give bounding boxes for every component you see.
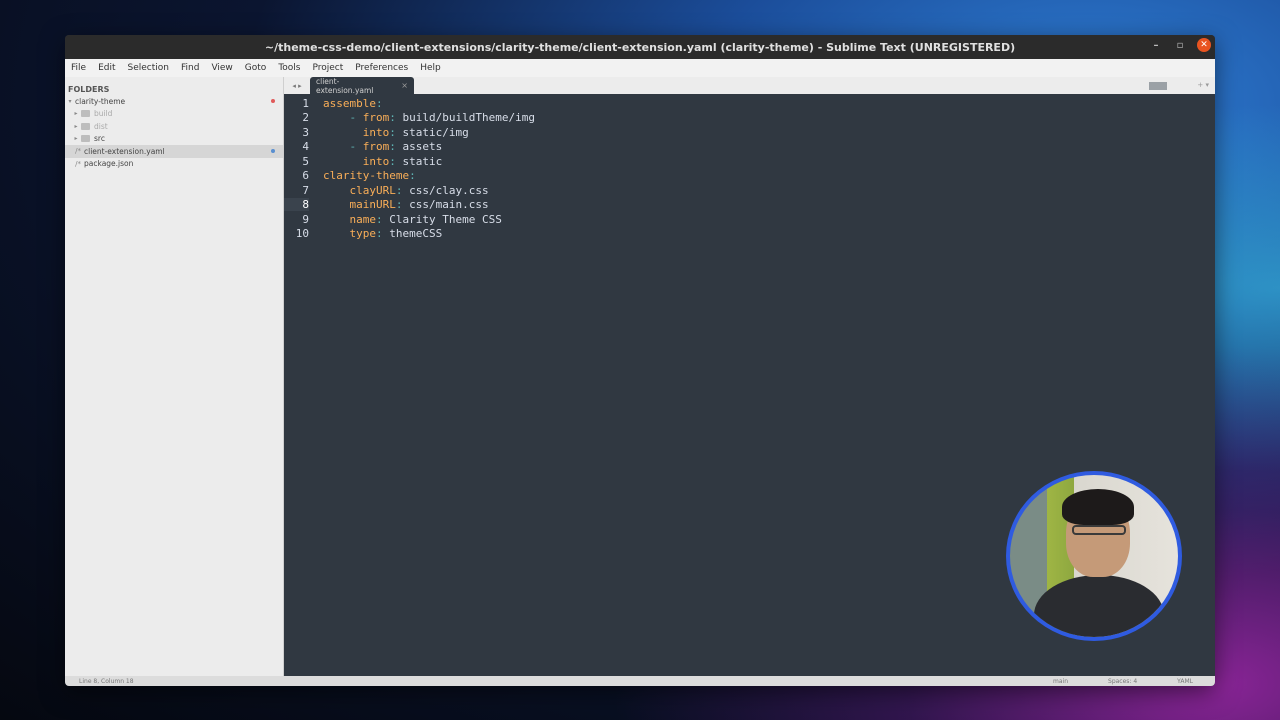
code-text: into: static/img bbox=[362, 125, 469, 139]
code-text: - from: assets bbox=[349, 140, 443, 154]
line-number: 6 bbox=[302, 169, 309, 183]
code-line[interactable]: 9 name: Clarity Theme CSS bbox=[284, 212, 535, 227]
file-icon: /* bbox=[75, 147, 81, 156]
line-number: 3 bbox=[302, 125, 309, 139]
code-area[interactable]: 1 assemble: 2 - from: build/buildTheme/img… bbox=[284, 96, 535, 241]
minimize-icon[interactable]: – bbox=[1149, 38, 1163, 52]
sidebar-item-package-json[interactable]: /* package.json bbox=[65, 158, 283, 171]
line-number: 8 bbox=[284, 198, 309, 212]
code-line[interactable]: 1 assemble: bbox=[284, 96, 535, 111]
chevron-right-icon[interactable]: ▸ bbox=[71, 123, 81, 130]
line-number: 2 bbox=[302, 111, 309, 125]
status-right: main Spaces: 4 YAML bbox=[1053, 678, 1193, 685]
status-bar: Line 8, Column 18 main Spaces: 4 YAML bbox=[65, 676, 1215, 686]
code-line[interactable]: 6 clarity-theme: bbox=[284, 169, 535, 184]
git-branch[interactable]: main bbox=[1053, 678, 1068, 685]
code-line[interactable]: 5 into: static bbox=[284, 154, 535, 169]
line-number: 4 bbox=[302, 140, 309, 154]
open-file-dot bbox=[271, 149, 275, 154]
code-text: name: Clarity Theme CSS bbox=[349, 212, 502, 226]
code-text: clayURL: css/clay.css bbox=[349, 183, 489, 197]
menu-project[interactable]: Project bbox=[306, 63, 349, 73]
window-controls: – ▫ ✕ bbox=[1149, 38, 1211, 52]
tab-nav-arrows[interactable]: ◂ ▸ bbox=[284, 82, 310, 90]
sidebar-item-client-extension[interactable]: /* client-extension.yaml bbox=[65, 145, 283, 158]
sidebar-title: FOLDERS bbox=[68, 85, 110, 94]
menu-view[interactable]: View bbox=[205, 63, 238, 73]
menu-bar: File Edit Selection Find View Goto Tools… bbox=[65, 59, 1215, 77]
window-title: ~/theme-css-demo/client-extensions/clari… bbox=[264, 40, 1016, 54]
indentation[interactable]: Spaces: 4 bbox=[1108, 678, 1137, 685]
folder-icon bbox=[81, 110, 90, 118]
tab-label: client-extension.yaml bbox=[316, 76, 374, 95]
minimap[interactable] bbox=[1149, 82, 1167, 90]
syntax-mode[interactable]: YAML bbox=[1177, 678, 1193, 685]
title-bar: ~/theme-css-demo/client-extensions/clari… bbox=[65, 35, 1215, 59]
tab-bar: ◂ ▸ client-extension.yaml × + ▾ bbox=[284, 76, 1215, 95]
folder-icon bbox=[81, 135, 90, 143]
close-icon[interactable]: × bbox=[401, 81, 408, 90]
code-line[interactable]: 3 into: static/img bbox=[284, 125, 535, 140]
folder-icon bbox=[81, 122, 90, 130]
line-number: 9 bbox=[302, 212, 309, 226]
menu-edit[interactable]: Edit bbox=[92, 63, 121, 73]
tab-client-extension[interactable]: client-extension.yaml × bbox=[310, 76, 414, 95]
webcam-overlay bbox=[1006, 471, 1182, 641]
sidebar-item-label: package.json bbox=[84, 159, 134, 169]
sidebar-item-label: clarity-theme bbox=[75, 96, 126, 106]
maximize-icon[interactable]: ▫ bbox=[1173, 38, 1187, 52]
menu-preferences[interactable]: Preferences bbox=[349, 63, 414, 73]
menu-selection[interactable]: Selection bbox=[122, 63, 175, 73]
menu-tools[interactable]: Tools bbox=[272, 63, 306, 73]
sidebar: FOLDERS ▾ clarity-theme ▸ build ▸ dist ▸… bbox=[65, 77, 284, 676]
code-line[interactable]: 8 mainURL: css/main.css bbox=[284, 198, 535, 213]
sidebar-item-label: dist bbox=[94, 121, 108, 131]
sidebar-item-label: client-extension.yaml bbox=[84, 146, 165, 156]
code-line[interactable]: 2 - from: build/buildTheme/img bbox=[284, 111, 535, 126]
code-line[interactable]: 10 type: themeCSS bbox=[284, 227, 535, 242]
code-text: mainURL: css/main.css bbox=[349, 198, 489, 212]
line-number: 7 bbox=[302, 183, 309, 197]
chevron-right-icon[interactable]: ▸ bbox=[71, 135, 81, 142]
menu-file[interactable]: File bbox=[65, 63, 92, 73]
chevron-down-icon[interactable]: ▾ bbox=[65, 98, 75, 105]
sidebar-item-label: src bbox=[94, 134, 105, 144]
code-line[interactable]: 4 - from: assets bbox=[284, 140, 535, 155]
cursor-position: Line 8, Column 18 bbox=[79, 677, 134, 685]
person-hair bbox=[1062, 489, 1134, 525]
line-number: 5 bbox=[302, 154, 309, 168]
menu-help[interactable]: Help bbox=[414, 63, 447, 73]
line-number: 10 bbox=[295, 227, 309, 241]
code-text: - from: build/buildTheme/img bbox=[349, 111, 535, 125]
sidebar-item-dist[interactable]: ▸ dist bbox=[65, 120, 283, 133]
modified-dot bbox=[271, 99, 275, 104]
tab-menu-icon[interactable]: + ▾ bbox=[1197, 81, 1209, 89]
code-text: into: static bbox=[362, 154, 443, 168]
file-icon: /* bbox=[75, 159, 81, 168]
code-text: type: themeCSS bbox=[349, 227, 443, 241]
sidebar-item-build[interactable]: ▸ build bbox=[65, 108, 283, 121]
menu-goto[interactable]: Goto bbox=[239, 63, 273, 73]
close-icon[interactable]: ✕ bbox=[1197, 38, 1211, 52]
sidebar-item-src[interactable]: ▸ src bbox=[65, 133, 283, 146]
code-line[interactable]: 7 clayURL: css/clay.css bbox=[284, 183, 535, 198]
code-text: assemble: bbox=[323, 96, 383, 110]
sidebar-item-label: build bbox=[94, 109, 113, 119]
glasses bbox=[1072, 525, 1126, 535]
menu-find[interactable]: Find bbox=[175, 63, 205, 73]
chevron-right-icon[interactable]: ▸ bbox=[71, 110, 81, 117]
person-body bbox=[1034, 575, 1164, 637]
line-number: 1 bbox=[302, 96, 309, 110]
sidebar-item-root[interactable]: ▾ clarity-theme bbox=[65, 95, 283, 108]
code-text: clarity-theme: bbox=[323, 169, 416, 183]
